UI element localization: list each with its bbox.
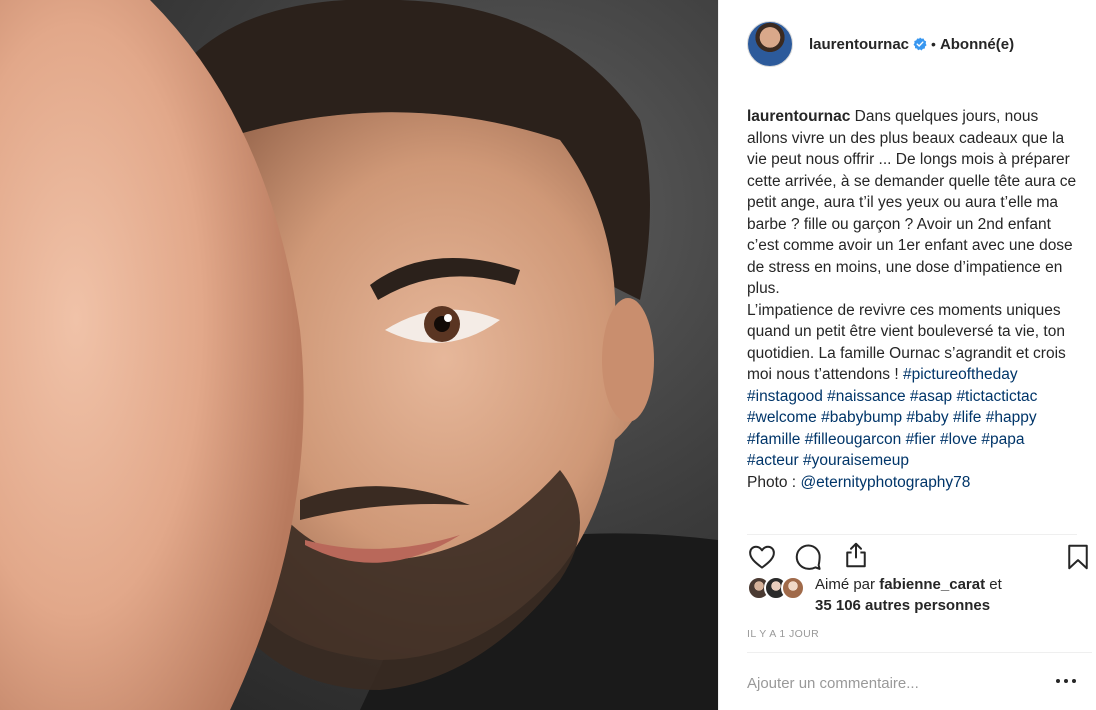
post-timestamp[interactable]: IL Y A 1 JOUR [747,628,819,640]
author-avatar[interactable] [747,21,793,67]
like-button[interactable] [747,542,779,574]
post-caption: laurentournac Dans quelques jours, nous … [747,106,1077,493]
comment-form [747,652,1092,710]
share-button[interactable] [841,540,873,572]
caption-text: Dans quelques jours, nous allons vivre u… [747,108,1077,297]
post-image [0,0,718,710]
likes-count[interactable]: 35 106 autres personnes [815,597,990,614]
verified-badge-icon [913,37,927,51]
likes-summary: Aimé par fabienne_carat et 35 106 autres… [747,574,1077,618]
hashtag-link[interactable]: #pictureoftheday [903,366,1018,383]
hashtag-link[interactable]: #acteur [747,452,799,469]
post-header: laurentournac • Abonné(e) [719,0,1096,88]
hashtag-link[interactable]: #babybump [821,409,902,426]
share-icon [846,542,866,568]
hashtag-link[interactable]: #life [953,409,981,426]
post-details-panel: laurentournac • Abonné(e) laurentournac … [718,0,1096,710]
hashtag-link[interactable]: #filleougarcon [805,431,902,448]
hashtag-link[interactable]: #naissance [827,388,905,405]
caption-username[interactable]: laurentournac [747,108,850,125]
hashtag-link[interactable]: #instagood [747,388,823,405]
comment-input[interactable] [747,675,1037,692]
hashtag-link[interactable]: #youraisemeup [803,452,909,469]
likers-avatars[interactable] [747,576,809,602]
bookmark-icon [1068,544,1088,570]
likes-prefix: Aimé par [815,576,880,593]
hashtag-link[interactable]: #tictactictac [956,388,1037,405]
hashtag-link[interactable]: #baby [906,409,948,426]
more-options-button[interactable] [1056,679,1078,687]
hashtag-link[interactable]: #happy [986,409,1037,426]
comment-bubble-icon [795,544,821,570]
hashtag-link[interactable]: #famille [747,431,800,448]
hashtag-link[interactable]: #asap [910,388,952,405]
likes-text: Aimé par fabienne_carat et 35 106 autres… [815,574,1002,616]
hashtag-link[interactable]: #welcome [747,409,817,426]
photo-credit-label: Photo : [747,473,801,491]
author-username[interactable]: laurentournac [809,36,909,53]
more-options-icon [1072,679,1076,683]
liker-avatar [781,576,805,600]
heart-outline-icon [749,545,775,569]
comment-button[interactable] [793,542,825,574]
hashtag-link[interactable]: #love [940,431,977,448]
following-button[interactable]: Abonné(e) [940,36,1014,53]
more-options-icon [1064,679,1068,683]
post-actions [747,534,1088,570]
liker-username[interactable]: fabienne_carat [879,576,985,593]
likes-conjunction: et [985,576,1002,593]
save-button[interactable] [1063,542,1095,574]
post-photo[interactable] [0,0,718,710]
more-options-icon [1056,679,1060,683]
photo-credit-mention[interactable]: @eternityphotography78 [800,474,970,491]
header-separator: • [931,36,936,52]
hashtag-link[interactable]: #papa [981,431,1024,448]
hashtag-link[interactable]: #fier [906,431,936,448]
